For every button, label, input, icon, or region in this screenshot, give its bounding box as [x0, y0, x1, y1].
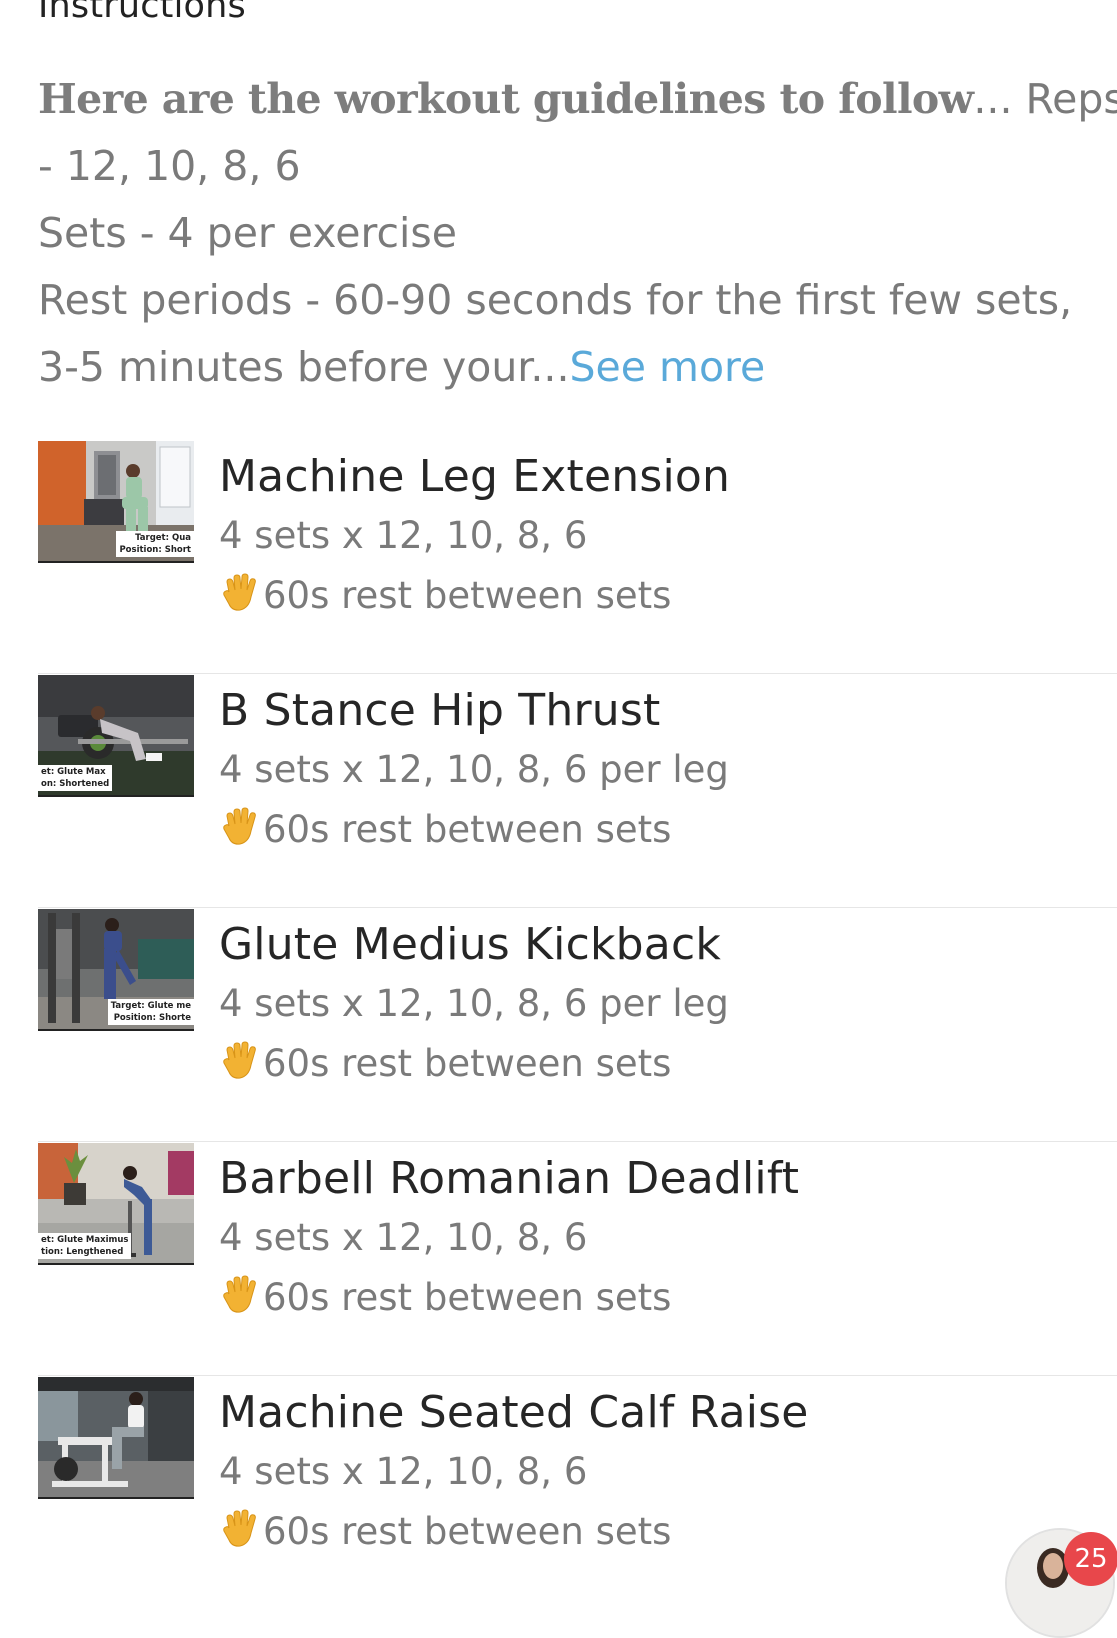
- exercise-thumbnail[interactable]: et: Glute Max on: Shortened: [38, 675, 194, 797]
- thumbnail-caption: Target: Glute me Position: Shorte: [108, 999, 194, 1025]
- raised-hand-icon: [219, 1508, 261, 1550]
- exercise-rest-text: 60s rest between sets: [263, 574, 671, 617]
- instructions-line-5: 3-5 minutes before your...See more: [38, 334, 1117, 401]
- exercise-rest: 60s rest between sets: [219, 1507, 809, 1557]
- exercise-thumbnail[interactable]: [38, 1377, 194, 1499]
- exercise-item[interactable]: et: Glute Maximus tion: Lengthened Barbel…: [38, 1143, 1117, 1376]
- instructions-line-3: Sets - 4 per exercise: [38, 200, 1117, 267]
- thumbnail-caption-line-1: et: Glute Maximus: [41, 1235, 128, 1245]
- thumbnail-caption-line-1: Target: Glute me: [111, 1001, 191, 1011]
- exercise-name[interactable]: Machine Seated Calf Raise: [219, 1385, 809, 1441]
- thumbnail-caption: et: Glute Maximus tion: Lengthened: [38, 1233, 131, 1259]
- raised-hand-icon: [219, 1274, 261, 1316]
- section-title: Instructions: [38, 0, 246, 26]
- exercise-info: B Stance Hip Thrust 4 sets x 12, 10, 8, …: [219, 683, 729, 855]
- exercise-list: Target: Qua Position: Short Machine Leg E…: [38, 441, 1117, 1611]
- exercise-sets: 4 sets x 12, 10, 8, 6: [219, 511, 730, 561]
- thumbnail-caption-line-2: tion: Lengthened: [41, 1247, 123, 1257]
- notification-badge: 25: [1064, 1532, 1117, 1586]
- exercise-item[interactable]: Machine Seated Calf Raise 4 sets x 12, 1…: [38, 1377, 1117, 1610]
- exercise-thumbnail[interactable]: Target: Qua Position: Short: [38, 441, 194, 563]
- see-more-link[interactable]: See more: [570, 343, 766, 391]
- exercise-rest: 60s rest between sets: [219, 1039, 729, 1089]
- exercise-rest-text: 60s rest between sets: [263, 1276, 671, 1319]
- exercise-thumbnail[interactable]: et: Glute Maximus tion: Lengthened: [38, 1143, 194, 1265]
- instructions-line-4: Rest periods - 60-90 seconds for the fir…: [38, 267, 1117, 334]
- exercise-item[interactable]: Target: Qua Position: Short Machine Leg E…: [38, 441, 1117, 674]
- thumbnail-image-icon: [38, 1377, 194, 1497]
- exercise-sets: 4 sets x 12, 10, 8, 6: [219, 1447, 809, 1497]
- thumbnail-caption-line-2: Position: Short: [119, 545, 191, 555]
- exercise-name[interactable]: Machine Leg Extension: [219, 449, 730, 505]
- exercise-name[interactable]: B Stance Hip Thrust: [219, 683, 729, 739]
- thumbnail-caption-line-1: Target: Qua: [135, 533, 191, 543]
- exercise-name[interactable]: Barbell Romanian Deadlift: [219, 1151, 799, 1207]
- exercise-info: Barbell Romanian Deadlift 4 sets x 12, 1…: [219, 1151, 799, 1323]
- exercise-sets: 4 sets x 12, 10, 8, 6 per leg: [219, 979, 729, 1029]
- exercise-sets: 4 sets x 12, 10, 8, 6: [219, 1213, 799, 1263]
- exercise-rest: 60s rest between sets: [219, 1273, 799, 1323]
- raised-hand-icon: [219, 572, 261, 614]
- exercise-thumbnail[interactable]: Target: Glute me Position: Shorte: [38, 909, 194, 1031]
- exercise-rest: 60s rest between sets: [219, 571, 730, 621]
- instructions-line1-tail: Reps: [1013, 75, 1117, 123]
- instructions-line-1: Here are the workout guidelines to follo…: [38, 66, 1117, 133]
- exercise-name[interactable]: Glute Medius Kickback: [219, 917, 729, 973]
- instructions-line5-text: 3-5 minutes before your...: [38, 343, 570, 391]
- exercise-sets: 4 sets x 12, 10, 8, 6 per leg: [219, 745, 729, 795]
- thumbnail-caption-line-2: on: Shortened: [41, 779, 109, 789]
- raised-hand-icon: [219, 806, 261, 848]
- exercise-info: Machine Leg Extension 4 sets x 12, 10, 8…: [219, 449, 730, 621]
- exercise-rest-text: 60s rest between sets: [263, 1042, 671, 1085]
- thumbnail-caption-line-2: Position: Shorte: [114, 1013, 191, 1023]
- exercise-info: Machine Seated Calf Raise 4 sets x 12, 1…: [219, 1385, 809, 1557]
- instructions-text: Here are the workout guidelines to follo…: [38, 66, 1117, 401]
- thumbnail-caption: Target: Qua Position: Short: [116, 531, 194, 557]
- instructions-ellipsis: ...: [973, 75, 1012, 123]
- exercise-item[interactable]: Target: Glute me Position: Shorte Glute M…: [38, 909, 1117, 1142]
- exercise-info: Glute Medius Kickback 4 sets x 12, 10, 8…: [219, 917, 729, 1089]
- instructions-bold-intro: Here are the workout guidelines to follo…: [38, 75, 973, 123]
- exercise-rest: 60s rest between sets: [219, 805, 729, 855]
- exercise-item[interactable]: et: Glute Max on: Shortened B Stance Hip …: [38, 675, 1117, 908]
- exercise-rest-text: 60s rest between sets: [263, 1510, 671, 1553]
- thumbnail-caption: et: Glute Max on: Shortened: [38, 765, 112, 791]
- thumbnail-caption-line-1: et: Glute Max: [41, 767, 106, 777]
- exercise-rest-text: 60s rest between sets: [263, 808, 671, 851]
- raised-hand-icon: [219, 1040, 261, 1082]
- instructions-line-2: - 12, 10, 8, 6: [38, 133, 1117, 200]
